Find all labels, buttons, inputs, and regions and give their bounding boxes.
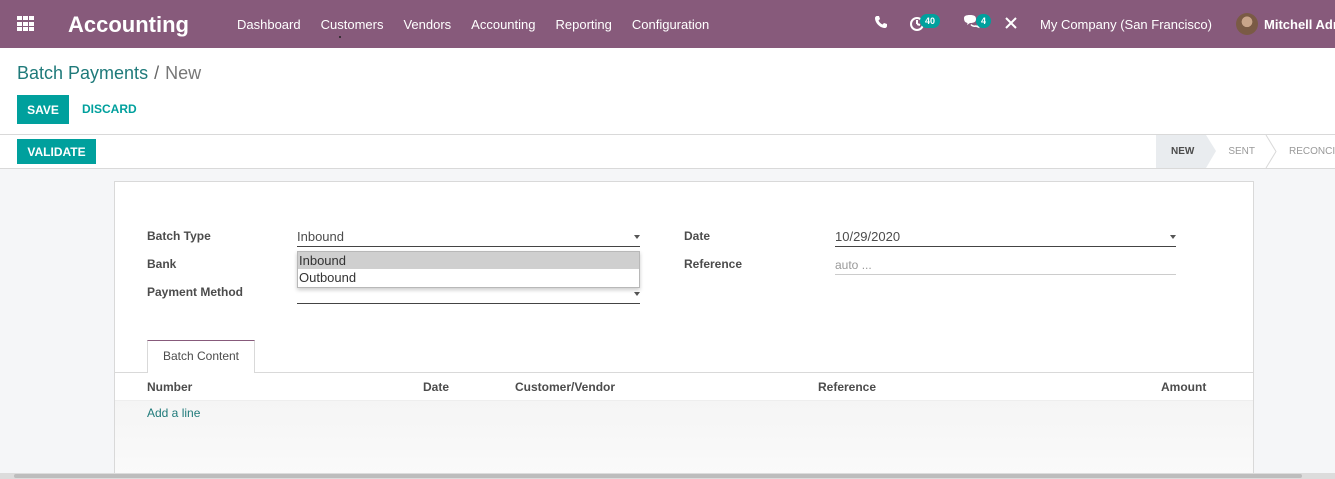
user-menu[interactable]: Mitchell Adm: [1264, 17, 1335, 32]
menu-customers-label: Customers: [320, 17, 384, 32]
column-reference[interactable]: Reference: [818, 380, 876, 394]
column-number[interactable]: Number: [147, 380, 192, 394]
chevron-down-icon: [1170, 235, 1176, 239]
menu-dashboard[interactable]: Dashboard: [227, 0, 311, 48]
message-count-badge: 4: [976, 14, 992, 28]
column-amount[interactable]: Amount: [1161, 380, 1206, 394]
status-bar: VALIDATE NEW SENT RECONCIL: [0, 135, 1335, 169]
company-switcher[interactable]: My Company (San Francisco): [1040, 17, 1212, 32]
status-stages: NEW SENT RECONCIL: [1156, 135, 1335, 168]
stage-reconciled-label: RECONCIL: [1289, 146, 1335, 157]
batch-type-value: Inbound: [297, 229, 344, 244]
main-menu: Dashboard Customers Vendors Accounting R…: [227, 0, 719, 48]
chevron-down-icon: [634, 235, 640, 239]
cursor-dot: [338, 36, 341, 38]
stage-reconciled[interactable]: RECONCIL: [1267, 135, 1335, 168]
payment-method-label: Payment Method: [147, 285, 244, 299]
apps-menu-icon[interactable]: [17, 16, 34, 32]
horizontal-scrollbar[interactable]: [0, 473, 1335, 479]
option-outbound[interactable]: Outbound: [298, 269, 639, 286]
date-field[interactable]: 10/29/2020: [835, 229, 1176, 247]
close-icon[interactable]: [1005, 17, 1017, 29]
table-body: Add a line: [115, 401, 1253, 479]
scrollbar-thumb[interactable]: [14, 474, 1302, 478]
form-sheet: Batch Type Inbound Bank Payment Method I…: [114, 181, 1254, 479]
payment-method-select[interactable]: [297, 286, 640, 304]
breadcrumb-separator: /: [154, 63, 160, 83]
breadcrumb-batch-payments[interactable]: Batch Payments: [17, 63, 148, 83]
app-title: Accounting: [68, 12, 189, 37]
breadcrumb-current: New: [165, 63, 202, 83]
discard-button[interactable]: DISCARD: [82, 102, 137, 116]
reference-placeholder: auto ...: [835, 258, 872, 272]
stage-sent-label: SENT: [1228, 146, 1256, 157]
reference-input[interactable]: auto ...: [835, 257, 1176, 275]
table-header: Number Date Customer/Vendor Reference Am…: [115, 373, 1253, 401]
activity-count-badge: 40: [920, 14, 941, 28]
top-navbar: Accounting Dashboard Customers Vendors A…: [0, 0, 1335, 48]
save-button[interactable]: SAVE: [17, 95, 69, 124]
batch-type-dropdown: Inbound Outbound: [297, 251, 640, 288]
stage-arrow: [1206, 135, 1217, 168]
column-date[interactable]: Date: [423, 380, 449, 394]
date-label: Date: [684, 229, 711, 243]
option-inbound[interactable]: Inbound: [298, 252, 639, 269]
menu-customers[interactable]: Customers: [311, 0, 394, 48]
menu-reporting[interactable]: Reporting: [546, 0, 622, 48]
control-panel: Batch Payments / New SAVE DISCARD: [0, 48, 1335, 135]
tab-batch-content[interactable]: Batch Content: [147, 340, 255, 373]
add-line-link[interactable]: Add a line: [147, 406, 200, 420]
bank-label: Bank: [147, 257, 177, 271]
menu-configuration[interactable]: Configuration: [622, 0, 719, 48]
breadcrumb: Batch Payments / New: [17, 63, 201, 84]
menu-accounting[interactable]: Accounting: [461, 0, 545, 48]
column-customer-vendor[interactable]: Customer/Vendor: [515, 380, 615, 394]
stage-new-label: NEW: [1171, 146, 1195, 157]
batch-type-select[interactable]: Inbound: [297, 229, 640, 247]
batch-type-label: Batch Type: [147, 229, 211, 243]
stage-new[interactable]: NEW: [1156, 135, 1217, 168]
user-avatar[interactable]: [1236, 13, 1258, 35]
date-value: 10/29/2020: [835, 229, 901, 244]
menu-vendors[interactable]: Vendors: [393, 0, 461, 48]
phone-icon[interactable]: [874, 15, 888, 29]
validate-button[interactable]: VALIDATE: [17, 139, 96, 164]
reference-label: Reference: [684, 257, 743, 271]
chevron-down-icon: [634, 292, 640, 296]
